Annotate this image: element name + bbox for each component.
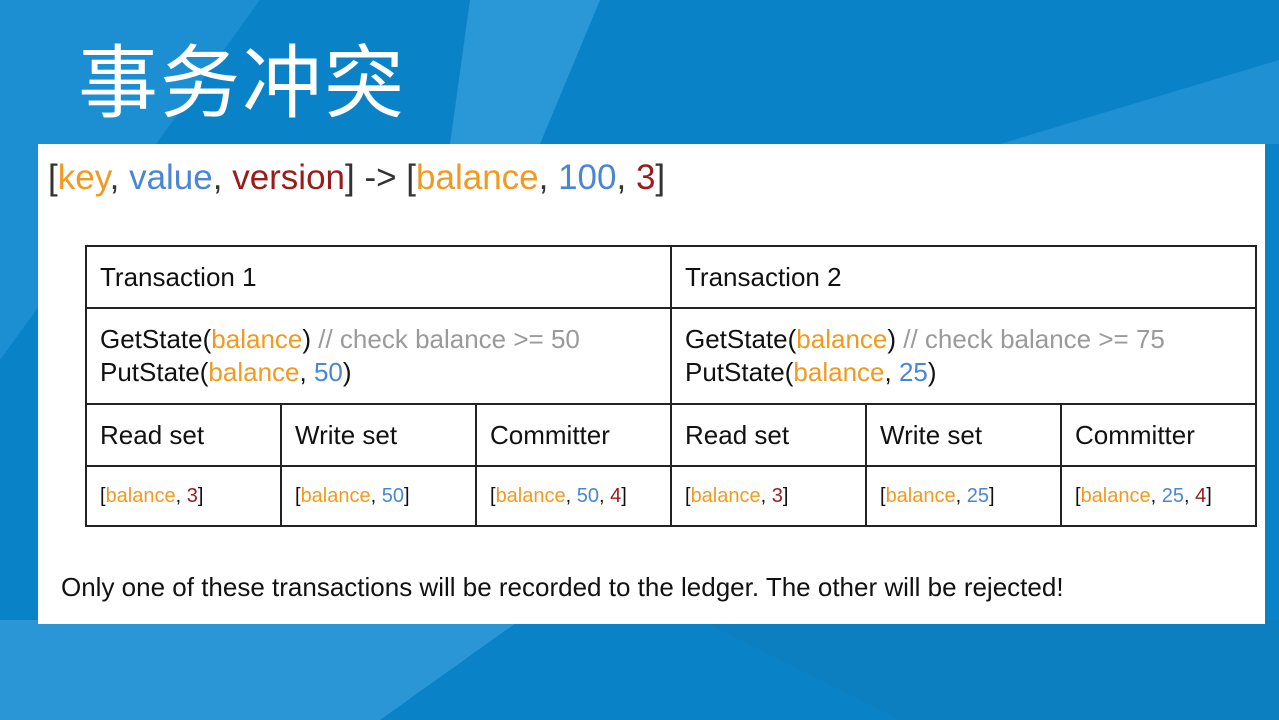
tx2-put-key: balance [793,357,885,387]
tx2-putstate-line: PutState(balance, 25) [685,356,1242,389]
tx2-read-set-label: Read set [670,403,867,467]
tx1-put-sep: , [299,357,314,387]
kv-key-label: key [57,158,110,197]
tx2-get-fn: GetState( [685,324,797,354]
tx1-put-close: ) [342,357,352,387]
kv-arrow: ] -> [ [345,158,417,197]
slide-title: 事务冲突 [78,37,406,130]
tx1-getstate-line: GetState(balance) // check balance >= 50 [100,323,657,356]
tx1-put-value: 50 [313,357,343,387]
tx2-put-value: 25 [898,357,928,387]
tx1-write-set-value: [balance, 50] [280,465,477,527]
table-row-set-labels: Read set Write set Committer Read set Wr… [85,403,1257,467]
tx1-write-value: 50 [381,484,404,507]
kv-example-key: balance [416,158,539,197]
table-row-set-values: [balance, 3] [balance, 50] [balance, 50,… [85,465,1257,527]
tx1-putstate-line: PutState(balance, 50) [100,356,657,389]
tx1-write-key: balance [300,484,371,507]
tx2-write-set-value: [balance, 25] [865,465,1062,527]
tx1-put-fn: PutState( [100,357,209,387]
tx1-read-version: 3 [186,484,198,507]
bg-facet-bottom-left [0,620,520,720]
tx1-committer-value: [balance, 50, 4] [475,465,672,527]
tx1-get-fn: GetState( [100,324,212,354]
tx2-put-fn: PutState( [685,357,794,387]
kv-example-version: 3 [635,158,656,197]
tx1-committer-version: 4 [610,484,622,507]
tx2-read-set-value: [balance, 3] [670,465,867,527]
tx2-getstate-line: GetState(balance) // check balance >= 75 [685,323,1242,356]
kv-sep: , [538,158,559,197]
kv-sep: , [616,158,636,197]
footnote: Only one of these transactions will be r… [61,572,1064,602]
tx2-read-version: 3 [771,484,783,507]
tx2-read-key: balance [690,484,761,507]
tx2-operations: GetState(balance) // check balance >= 75… [670,307,1257,405]
kv-example-value: 100 [558,158,617,197]
tx1-read-key: balance [105,484,176,507]
tx1-get-arg: balance [211,324,303,354]
transactions-table: Transaction 1 Transaction 2 GetState(bal… [85,245,1257,527]
tx1-put-key: balance [208,357,300,387]
kv-sep: , [109,158,130,197]
tx1-header: Transaction 1 [85,245,672,309]
kv-version-label: version [232,158,346,197]
kv-version-line: [key, value, version] -> [balance, 100, … [48,158,665,198]
bg-facet-right [1000,60,1279,144]
bg-facet-bottom-right [700,620,1279,720]
bg-facet-top [450,0,600,144]
tx2-header: Transaction 2 [670,245,1257,309]
tx1-committer-val: 50 [576,484,599,507]
tx2-put-sep: , [884,357,899,387]
kv-close-bracket: ] [655,158,666,197]
tx2-write-value: 25 [966,484,989,507]
tx2-committer-val: 25 [1161,484,1184,507]
tx1-comment: // check balance >= 50 [311,324,580,354]
tx1-read-set-value: [balance, 3] [85,465,282,527]
content-panel: [key, value, version] -> [balance, 100, … [38,144,1265,624]
kv-sep: , [212,158,233,197]
tx2-committer-version: 4 [1195,484,1207,507]
tx1-committer-key: balance [495,484,566,507]
table-row-operations: GetState(balance) // check balance >= 50… [85,307,1257,405]
kv-open-bracket: [ [48,158,58,197]
tx2-write-set-label: Write set [865,403,1062,467]
tx1-operations: GetState(balance) // check balance >= 50… [85,307,672,405]
table-row-headers: Transaction 1 Transaction 2 [85,245,1257,309]
tx2-get-close: ) [887,324,897,354]
tx2-get-arg: balance [796,324,888,354]
tx1-write-set-label: Write set [280,403,477,467]
tx2-committer-label: Committer [1060,403,1257,467]
tx2-committer-value: [balance, 25, 4] [1060,465,1257,527]
tx1-read-set-label: Read set [85,403,282,467]
tx1-get-close: ) [302,324,312,354]
tx2-write-key: balance [885,484,956,507]
kv-value-label: value [129,158,213,197]
tx1-committer-label: Committer [475,403,672,467]
tx2-put-close: ) [927,357,937,387]
tx2-committer-key: balance [1080,484,1151,507]
tx2-comment: // check balance >= 75 [896,324,1165,354]
